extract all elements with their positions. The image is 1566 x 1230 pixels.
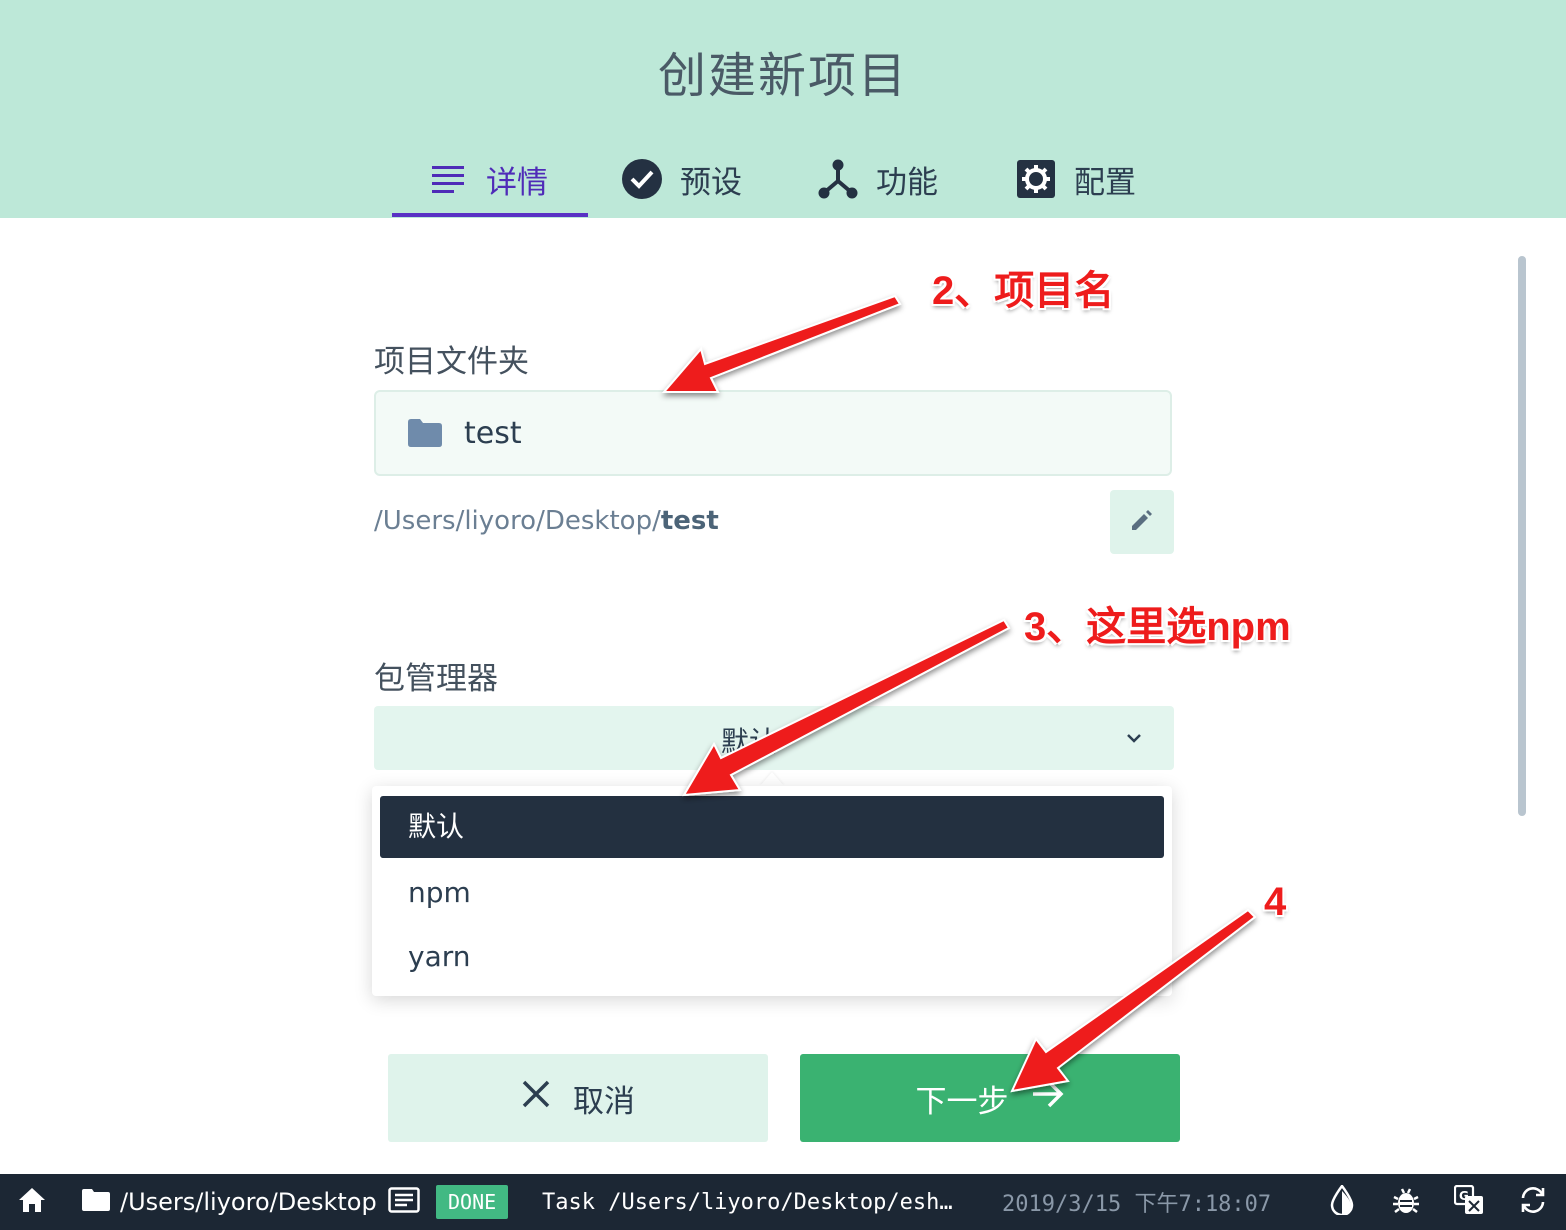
cwd-button[interactable]: /Users/liyoro/Desktop: [82, 1174, 377, 1230]
tab-label: 功能: [876, 164, 938, 201]
droplet-icon: [1330, 1183, 1354, 1219]
console-button[interactable]: [388, 1174, 420, 1230]
tab-features[interactable]: 功能: [818, 140, 938, 218]
next-label: 下一步: [915, 1083, 1009, 1120]
status-badge: DONE: [436, 1174, 509, 1230]
page-title: 创建新项目: [657, 48, 908, 104]
timestamp: 2019/3/15 下午7:18:07: [1002, 1174, 1271, 1230]
cancel-label: 取消: [573, 1083, 635, 1120]
package-manager-select[interactable]: 默认: [374, 706, 1174, 770]
next-button[interactable]: 下一步: [800, 1054, 1180, 1142]
folder-input[interactable]: test: [374, 390, 1172, 476]
annotation-step2: 2、项目名: [932, 269, 1115, 313]
dropdown-caret: [760, 772, 784, 786]
check-circle-icon: [622, 159, 662, 199]
home-icon: [18, 1187, 46, 1217]
refresh-button[interactable]: [1518, 1174, 1548, 1230]
timestamp-text: 2019/3/15 下午7:18:07: [1002, 1192, 1272, 1217]
folder-label: 项目文件夹: [374, 344, 529, 380]
theme-toggle[interactable]: [1330, 1174, 1354, 1230]
refresh-icon: [1518, 1185, 1548, 1219]
task-text: Task /Users/liyoro/Desktop/esh…: [542, 1189, 953, 1215]
home-button[interactable]: [18, 1174, 46, 1230]
cancel-button[interactable]: 取消: [388, 1054, 768, 1142]
path-name: test: [660, 506, 719, 536]
translate-button[interactable]: G: [1453, 1174, 1484, 1230]
status-bar: /Users/liyoro/Desktop DONE Task /Users/l…: [0, 1174, 1566, 1230]
console-icon: [388, 1187, 420, 1217]
translate-icon: G: [1453, 1184, 1484, 1219]
project-path: /Users/liyoro/Desktop/test: [374, 506, 719, 536]
path-prefix: /Users/liyoro/Desktop/: [374, 506, 661, 536]
folder-icon: [408, 415, 444, 451]
bug-icon: [1392, 1185, 1420, 1219]
package-manager-label: 包管理器: [374, 661, 498, 697]
header: 创建新项目 详情 预设 功能 配置: [0, 0, 1566, 218]
pencil-icon: [1129, 507, 1155, 537]
edit-path-button[interactable]: [1110, 490, 1174, 554]
folder-icon: [82, 1189, 110, 1215]
annotation-step4: 4: [1264, 880, 1287, 924]
arrow-to-folder-input: [661, 294, 902, 393]
chevron-down-icon: [1124, 728, 1144, 748]
folder-value: test: [464, 415, 522, 451]
tab-presets[interactable]: 预设: [622, 140, 742, 218]
gear-icon: [1016, 159, 1056, 199]
list-icon: [428, 159, 468, 199]
fork-icon: [818, 159, 858, 199]
bug-report-button[interactable]: [1392, 1174, 1420, 1230]
arrow-right-icon: [1031, 1079, 1065, 1117]
select-value: 默认: [720, 725, 777, 758]
svg-text:G: G: [1459, 1189, 1469, 1203]
option-yarn[interactable]: yarn: [380, 926, 1164, 988]
tab-label: 预设: [680, 164, 742, 201]
tab-config[interactable]: 配置: [1016, 140, 1136, 218]
tab-label: 配置: [1074, 164, 1136, 201]
close-icon: [521, 1079, 551, 1117]
tab-details[interactable]: 详情: [428, 140, 548, 218]
task-log[interactable]: Task /Users/liyoro/Desktop/esh…: [542, 1174, 953, 1230]
option-default[interactable]: 默认: [380, 796, 1164, 858]
annotation-step3: 3、这里选npm: [1024, 605, 1291, 649]
tab-label: 详情: [486, 164, 548, 201]
scrollbar[interactable]: [1518, 256, 1526, 816]
package-manager-dropdown: 默认 npm yarn: [372, 786, 1172, 996]
done-badge: DONE: [436, 1185, 509, 1219]
active-tab-indicator: [392, 213, 588, 217]
option-npm[interactable]: npm: [380, 862, 1164, 924]
cwd-path: /Users/liyoro/Desktop: [120, 1188, 377, 1216]
